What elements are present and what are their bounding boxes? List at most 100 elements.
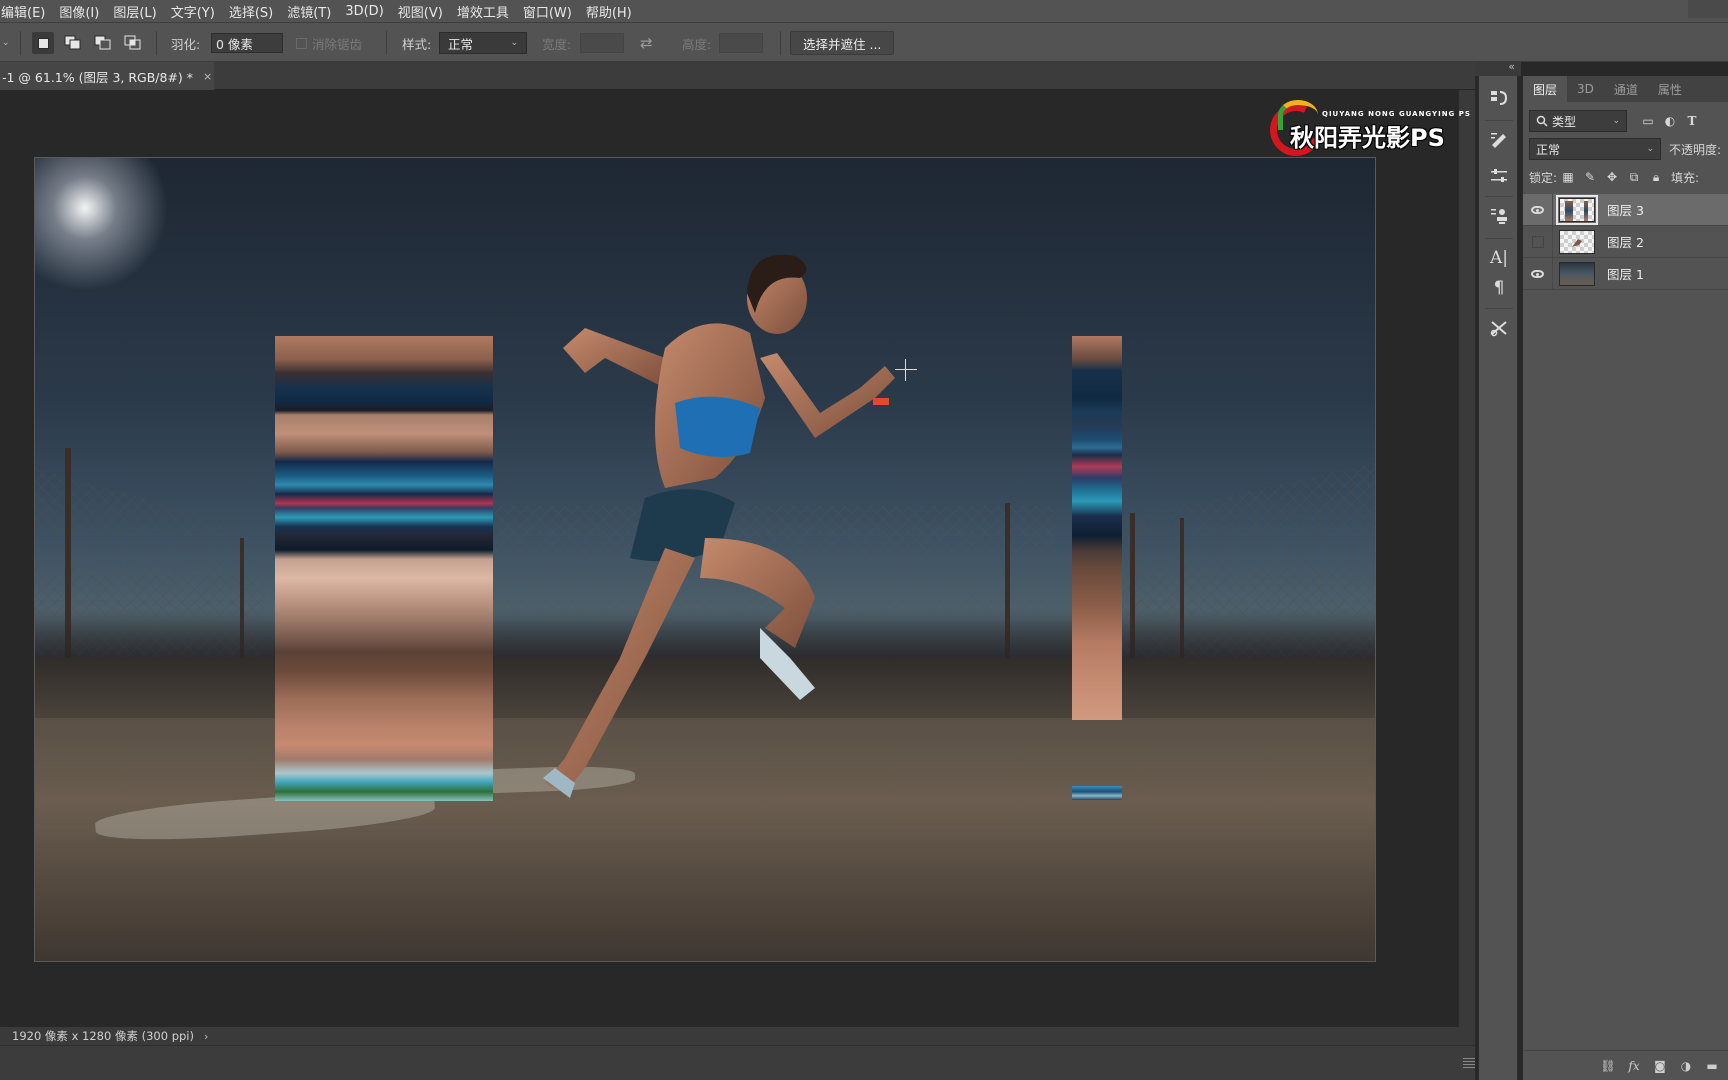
tab-3d[interactable]: 3D: [1567, 76, 1604, 102]
tab-layers[interactable]: 图层: [1523, 76, 1568, 102]
document-tab-title: -1 @ 61.1% (图层 3, RGB/8#) *: [2, 69, 194, 85]
style-label: 样式:: [402, 36, 432, 52]
swap-icon[interactable]: ⇄: [640, 34, 653, 52]
filter-pixel-icon[interactable]: ▭: [1637, 110, 1659, 132]
options-bar: ⌄ 羽化: 0 像素 消除锯齿 样式: 正常 ⌄ 宽度: ⇄ 高度: 选择并遮住…: [0, 22, 1728, 62]
menu-3d[interactable]: 3D(D): [338, 4, 390, 19]
clone-source-icon[interactable]: [1485, 202, 1513, 230]
divider: [1485, 308, 1513, 309]
glitch-strip-left: [275, 336, 493, 801]
tool-presets-icon[interactable]: [1485, 314, 1513, 342]
select-and-mask-button[interactable]: 选择并遮住 ...: [790, 31, 895, 55]
new-group-icon[interactable]: ▬: [1699, 1056, 1725, 1076]
window-controls[interactable]: [1688, 0, 1728, 18]
brush-settings-icon[interactable]: [1485, 126, 1513, 154]
add-mask-icon[interactable]: ◙: [1647, 1056, 1673, 1076]
history-brush-icon[interactable]: [1485, 84, 1513, 112]
layer-row-3[interactable]: 图层 3: [1523, 193, 1728, 226]
width-input[interactable]: [580, 33, 624, 53]
vertical-scrollbar[interactable]: [1458, 90, 1475, 1027]
layer-name: 图层 2: [1607, 235, 1644, 250]
blend-mode-select[interactable]: 正常 ⌄: [1529, 138, 1661, 160]
menu-plugins[interactable]: 增效工具: [450, 2, 516, 21]
glitch-strip-fragment: [1072, 786, 1122, 800]
close-icon[interactable]: ×: [203, 70, 212, 83]
opacity-label: 不透明度:: [1669, 142, 1722, 157]
height-input[interactable]: [719, 33, 763, 53]
layer-thumbnail: [1556, 194, 1598, 225]
watermark-logo: QIUYANG NONG GUANGYING PS 秋阳弄光影PS: [1262, 96, 1470, 164]
visibility-toggle[interactable]: [1523, 257, 1553, 290]
panel-grip-icon[interactable]: [1463, 1058, 1475, 1068]
style-select[interactable]: 正常 ⌄: [439, 32, 527, 54]
watermark-title: 秋阳弄光影PS: [1290, 124, 1445, 152]
layer-filter-value: 类型: [1552, 114, 1577, 129]
menu-bar: 编辑(E) 图像(I) 图层(L) 文字(Y) 选择(S) 滤镜(T) 3D(D…: [0, 0, 1728, 22]
tab-properties[interactable]: 属性: [1648, 76, 1692, 102]
layer-list: 图层 3 图层 2 图层 1: [1523, 193, 1728, 290]
intersect-selection-button[interactable]: [122, 32, 144, 54]
chevron-down-icon: ⌄: [1612, 116, 1620, 126]
runner-figure: [543, 254, 895, 798]
layer-filter-row: 类型 ⌄ ▭ ◐ T: [1529, 110, 1728, 132]
light-flare: [35, 158, 175, 298]
document-tab[interactable]: -1 @ 61.1% (图层 3, RGB/8#) * ×: [0, 62, 214, 90]
divider: [156, 31, 157, 55]
divider: [1485, 238, 1513, 239]
lock-all-icon[interactable]: 🔒︎: [1645, 166, 1667, 188]
menu-help[interactable]: 帮助(H): [579, 2, 639, 21]
collapse-icon[interactable]: «: [1508, 60, 1515, 73]
add-to-selection-button[interactable]: [62, 32, 84, 54]
new-adjustment-icon[interactable]: ◑: [1673, 1056, 1699, 1076]
menu-edit[interactable]: 编辑(E): [0, 2, 52, 21]
feather-label: 羽化:: [171, 36, 201, 52]
height-label: 高度:: [682, 36, 712, 52]
divider: [1485, 196, 1513, 197]
layers-panel: 图层 3D 通道 属性 类型 ⌄ ▭ ◐ T 正常 ⌄ 不透明度: 锁定: ▦ …: [1522, 76, 1728, 1080]
layer-thumbnail: [1559, 229, 1595, 254]
adjustments-icon[interactable]: [1485, 162, 1513, 190]
layer-row-1[interactable]: 图层 1: [1523, 257, 1728, 290]
visibility-toggle[interactable]: [1523, 193, 1553, 226]
menu-select[interactable]: 选择(S): [222, 2, 280, 21]
blend-mode-value: 正常: [1536, 142, 1561, 157]
menu-window[interactable]: 窗口(W): [516, 2, 579, 21]
layer-style-icon[interactable]: fx: [1621, 1056, 1647, 1076]
tab-channels[interactable]: 通道: [1604, 76, 1648, 102]
menu-layer[interactable]: 图层(L): [106, 2, 163, 21]
feather-input[interactable]: 0 像素: [211, 33, 283, 53]
filter-type-icon[interactable]: T: [1681, 110, 1703, 132]
visibility-toggle[interactable]: [1523, 225, 1553, 258]
lock-row: 锁定: ▦ ✎ ✥ ⧉ 🔒︎ 填充:: [1529, 166, 1728, 188]
status-menu-arrow[interactable]: ›: [204, 1030, 208, 1043]
document-canvas[interactable]: [34, 157, 1376, 962]
filter-adjustment-icon[interactable]: ◐: [1659, 110, 1681, 132]
eye-icon: [1531, 269, 1544, 278]
fill-label: 填充:: [1671, 170, 1700, 185]
search-icon: [1536, 115, 1548, 127]
new-selection-button[interactable]: [32, 32, 54, 54]
layer-row-2[interactable]: 图层 2: [1523, 225, 1728, 258]
character-icon[interactable]: A|: [1485, 244, 1513, 272]
menu-type[interactable]: 文字(Y): [164, 2, 222, 21]
layer-thumbnail: [1559, 261, 1595, 286]
lock-transparent-icon[interactable]: ▦: [1557, 166, 1579, 188]
menu-view[interactable]: 视图(V): [391, 2, 450, 21]
lock-position-icon[interactable]: ✥: [1601, 166, 1623, 188]
bottom-bar: [0, 1045, 1475, 1080]
link-layers-icon[interactable]: ⛓: [1595, 1056, 1621, 1076]
lock-artboard-icon[interactable]: ⧉: [1623, 166, 1645, 188]
subtract-from-selection-button[interactable]: [92, 32, 114, 54]
paragraph-icon[interactable]: ¶: [1485, 274, 1513, 302]
layer-name: 图层 1: [1607, 267, 1644, 282]
lock-pixels-icon[interactable]: ✎: [1579, 166, 1601, 188]
style-value: 正常: [448, 36, 474, 52]
panel-tab-bar: 图层 3D 通道 属性: [1523, 76, 1728, 102]
menu-filter[interactable]: 滤镜(T): [280, 2, 338, 21]
tool-preset-dropdown[interactable]: ⌄: [2, 23, 10, 63]
menu-image[interactable]: 图像(I): [52, 2, 106, 21]
layer-filter-select[interactable]: 类型 ⌄: [1529, 110, 1627, 132]
blend-row: 正常 ⌄ 不透明度:: [1529, 138, 1728, 160]
chevron-down-icon: ⌄: [2, 38, 10, 48]
antialias-checkbox[interactable]: [296, 37, 307, 49]
